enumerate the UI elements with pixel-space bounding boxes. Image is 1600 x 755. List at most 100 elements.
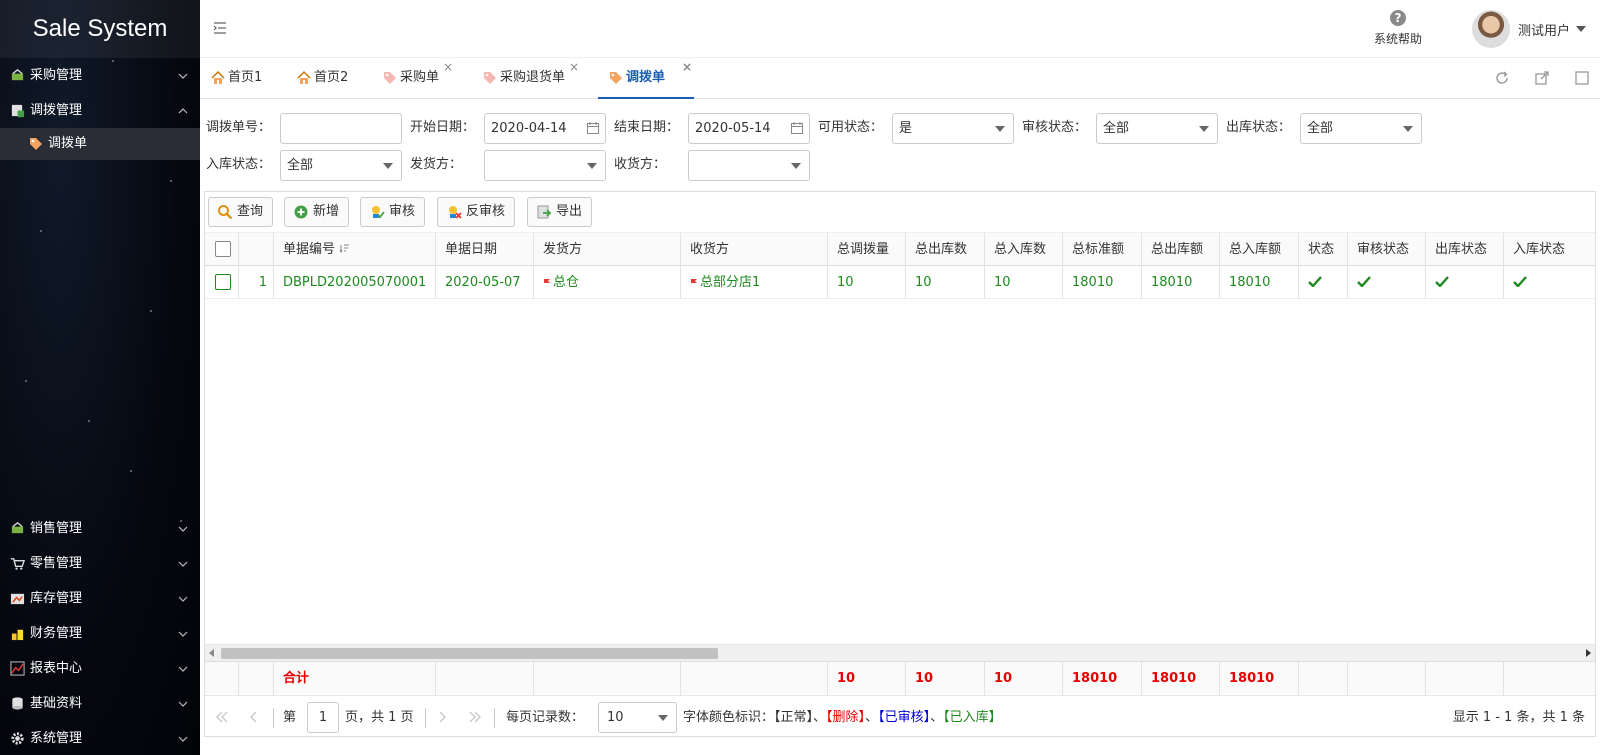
- menu-system[interactable]: 系统管理: [0, 721, 200, 755]
- header-out-status[interactable]: 出库状态: [1426, 233, 1504, 266]
- chevron-down-icon: [178, 561, 188, 567]
- start-date-input[interactable]: 2020-04-14: [484, 113, 606, 144]
- calendar-icon[interactable]: [587, 122, 599, 134]
- receiver-select[interactable]: [688, 150, 810, 181]
- row-order-no[interactable]: DBPLD202005070001: [274, 266, 436, 299]
- tab-purchase-return[interactable]: 采购退货单 ×: [472, 58, 579, 99]
- menu-purchase[interactable]: 采购管理: [0, 58, 200, 93]
- menu-retail[interactable]: 零售管理: [0, 546, 200, 581]
- export-button[interactable]: 导出: [527, 197, 593, 227]
- footer-total-out-amt: 18010: [1142, 662, 1220, 695]
- inbound-status-value: 全部: [287, 158, 314, 173]
- scroll-left-arrow-icon[interactable]: [209, 649, 214, 657]
- menu-transfer[interactable]: 调拨管理: [0, 93, 200, 128]
- export-icon: [537, 205, 552, 219]
- header-total-qty[interactable]: 总调拨量: [828, 233, 906, 266]
- order-no-input[interactable]: [280, 113, 402, 144]
- menu-basic-data[interactable]: 基础资料: [0, 686, 200, 721]
- tab-transfer-order[interactable]: 调拨单 ×: [598, 58, 694, 99]
- header-total-in[interactable]: 总入库数: [985, 233, 1063, 266]
- tab-purchase-order[interactable]: 采购单 ×: [372, 58, 453, 99]
- audit-label: 审核: [389, 204, 416, 219]
- row-total-in: 10: [985, 266, 1063, 299]
- first-page-icon[interactable]: [214, 709, 230, 725]
- header-receiver[interactable]: 收货方: [681, 233, 828, 266]
- header-date[interactable]: 单据日期: [436, 233, 534, 266]
- chevron-down-icon: [178, 596, 188, 602]
- header-order-no[interactable]: 单据编号: [274, 233, 436, 266]
- top-header: ? 系统帮助 测试用户: [200, 0, 1600, 58]
- header-total-out-amt[interactable]: 总出库额: [1142, 233, 1220, 266]
- header-total-in-amt[interactable]: 总入库额: [1220, 233, 1299, 266]
- dropdown-arrow-icon: [1403, 126, 1413, 132]
- header-total-out[interactable]: 总出库数: [906, 233, 985, 266]
- close-icon[interactable]: ×: [682, 61, 692, 73]
- scrollbar-thumb[interactable]: [221, 648, 718, 659]
- menu-sales-label: 销售管理: [30, 521, 83, 536]
- transfer-icon: [11, 104, 25, 118]
- user-menu[interactable]: 测试用户: [1472, 10, 1587, 48]
- open-new-window-icon[interactable]: [1534, 70, 1550, 86]
- refresh-icon[interactable]: [1494, 70, 1510, 86]
- query-label: 查询: [237, 204, 264, 219]
- outbound-status-select[interactable]: 全部: [1300, 113, 1422, 144]
- menu-transfer-label: 调拨管理: [30, 103, 83, 118]
- chevron-down-icon: [178, 631, 188, 637]
- menu-finance[interactable]: 财务管理: [0, 616, 200, 651]
- header-status[interactable]: 状态: [1299, 233, 1348, 266]
- end-date-input[interactable]: 2020-05-14: [688, 113, 810, 144]
- header-audit-status[interactable]: 审核状态: [1348, 233, 1426, 266]
- sidebar-bottom-menu: 销售管理 零售管理 库存管理 财务管理 报表中心 基础资料 系统管理: [0, 511, 200, 755]
- audit-status-label: 审核状态：: [1022, 120, 1088, 135]
- row-checkbox[interactable]: [215, 274, 231, 290]
- menu-transfer-order[interactable]: 调拨单: [0, 128, 200, 160]
- tag-icon: [384, 72, 396, 84]
- header-checkbox-cell: [205, 233, 239, 266]
- footer-total-out: 10: [906, 662, 985, 695]
- header-in-status[interactable]: 入库状态: [1504, 233, 1596, 266]
- unaudit-button[interactable]: 反审核: [437, 197, 516, 227]
- end-date-value: 2020-05-14: [695, 121, 771, 136]
- header-sender[interactable]: 发货方: [534, 233, 681, 266]
- horizontal-scrollbar[interactable]: [205, 644, 1595, 661]
- audit-button[interactable]: 审核: [360, 197, 426, 227]
- table-row[interactable]: 1 DBPLD202005070001 2020-05-07 总仓 总部分店1 …: [205, 266, 1596, 299]
- check-icon: [1513, 276, 1527, 287]
- scroll-right-arrow-icon[interactable]: [1586, 649, 1591, 657]
- menu-toggle-icon[interactable]: [212, 20, 228, 36]
- sender-select[interactable]: [484, 150, 606, 181]
- menu-reports[interactable]: 报表中心: [0, 651, 200, 686]
- row-total-std: 18010: [1063, 266, 1142, 299]
- menu-basic-data-label: 基础资料: [30, 696, 83, 711]
- table-header: 单据编号 单据日期 发货方 收货方 总调拨量 总出库数 总入库数 总标准额 总出…: [205, 233, 1596, 266]
- last-page-icon[interactable]: [467, 709, 483, 725]
- close-icon[interactable]: ×: [443, 61, 453, 73]
- menu-sales[interactable]: 销售管理: [0, 511, 200, 546]
- fullscreen-icon[interactable]: [1574, 70, 1590, 86]
- menu-inventory[interactable]: 库存管理: [0, 581, 200, 616]
- purchase-icon: [11, 68, 24, 81]
- calendar-icon[interactable]: [791, 122, 803, 134]
- audit-status-select[interactable]: 全部: [1096, 113, 1218, 144]
- flag-icon: [691, 279, 697, 287]
- add-button[interactable]: 新增: [284, 197, 350, 227]
- prev-page-icon[interactable]: [246, 709, 262, 725]
- available-status-select[interactable]: 是: [892, 113, 1014, 144]
- row-audit-status: [1348, 266, 1426, 299]
- next-page-icon[interactable]: [434, 709, 450, 725]
- legend-inbound: 【已入库】: [943, 710, 1002, 725]
- tab-home1[interactable]: 首页1: [200, 58, 262, 99]
- close-icon[interactable]: ×: [569, 61, 579, 73]
- menu-finance-label: 财务管理: [30, 626, 83, 641]
- query-button[interactable]: 查询: [208, 197, 274, 227]
- select-all-checkbox[interactable]: [215, 241, 231, 257]
- page-size-select[interactable]: 10: [598, 702, 677, 733]
- header-total-std[interactable]: 总标准额: [1063, 233, 1142, 266]
- tab-home2[interactable]: 首页2: [286, 58, 348, 99]
- legend-separator: 、: [865, 710, 879, 725]
- inbound-status-select[interactable]: 全部: [280, 150, 402, 181]
- help-button[interactable]: ? 系统帮助: [1370, 10, 1426, 47]
- page-number-input[interactable]: 1: [307, 702, 339, 733]
- sort-icon[interactable]: [340, 243, 350, 253]
- chevron-down-icon: [178, 73, 188, 79]
